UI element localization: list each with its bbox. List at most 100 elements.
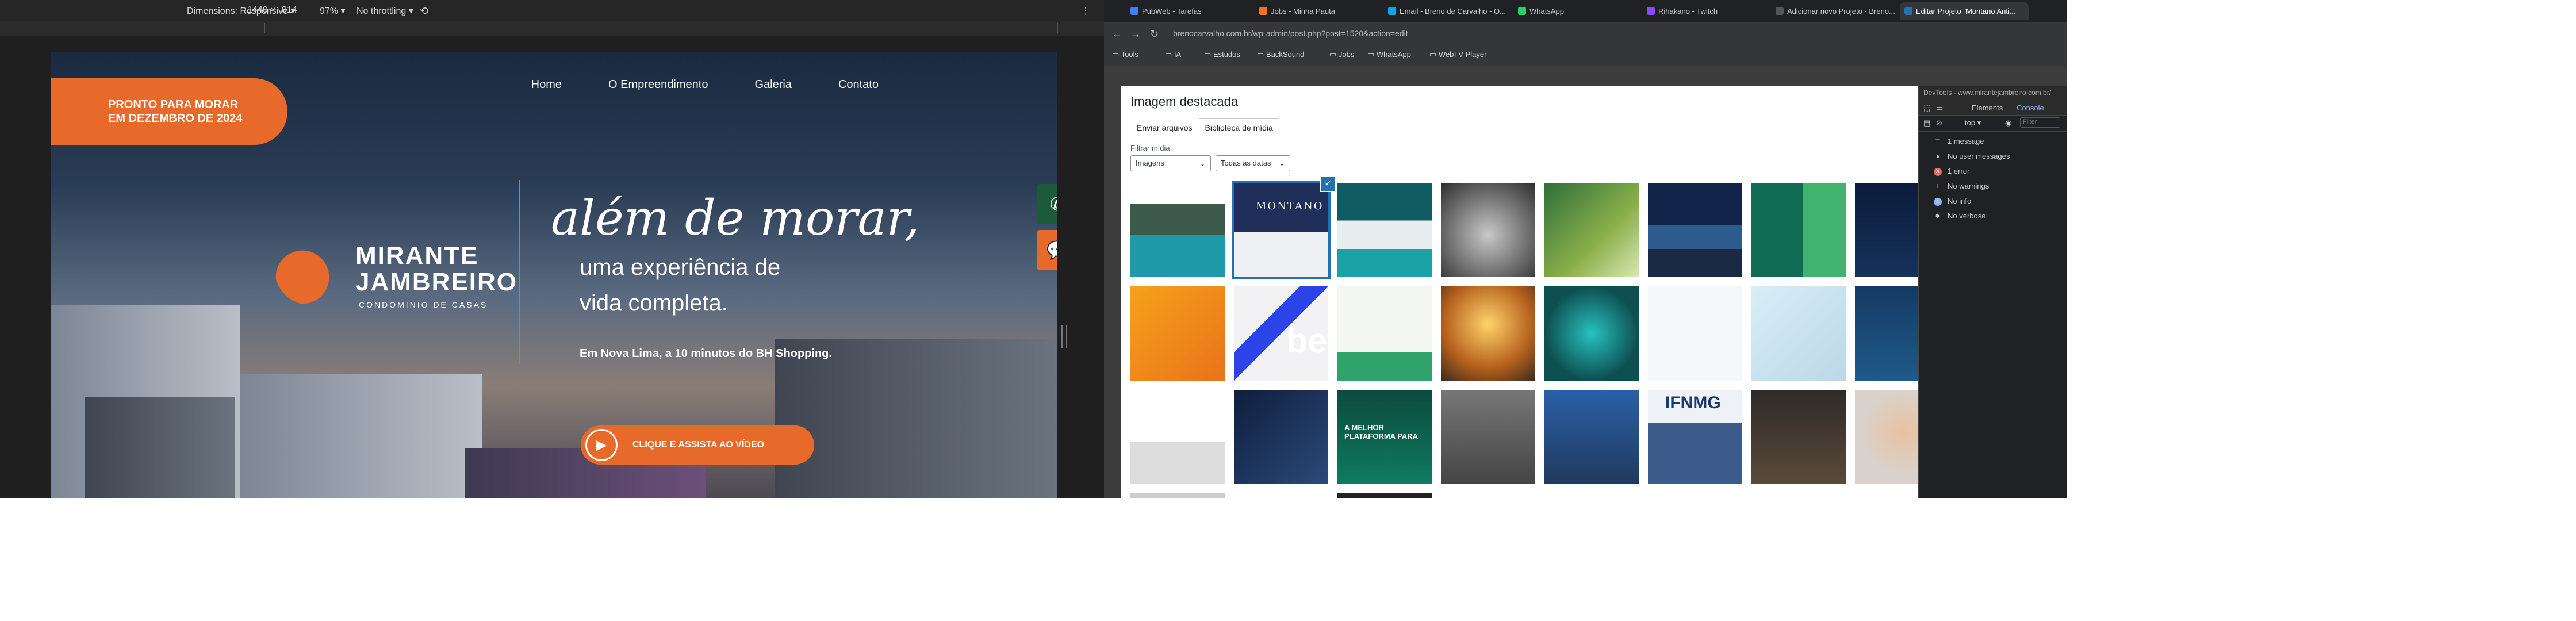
headline-line: vida completa. bbox=[580, 290, 728, 316]
sidebar-toggle-icon[interactable]: ▤ bbox=[1923, 118, 1930, 128]
width-input[interactable]: 1440 bbox=[247, 5, 268, 16]
media-date-select[interactable]: Todas as datas ⌄ bbox=[1216, 155, 1290, 171]
media-thumbnail[interactable] bbox=[1544, 390, 1639, 484]
website-hero: PRONTO PARA MORAR EM DEZEMBRO DE 2024 Hom… bbox=[51, 52, 1057, 498]
zoom-select[interactable]: 97% ▾ bbox=[320, 5, 346, 17]
tab-label: Rihakano - Twitch bbox=[1658, 6, 1718, 16]
media-thumbnail[interactable] bbox=[1337, 183, 1432, 277]
tab-elements[interactable]: Elements bbox=[1972, 103, 2003, 112]
more-options-icon[interactable]: ⋮ bbox=[1081, 5, 1090, 17]
media-thumbnail[interactable] bbox=[1130, 286, 1225, 381]
bug-icon: ✱ bbox=[1935, 213, 1941, 220]
throttling-select[interactable]: No throttling ▾ bbox=[356, 5, 413, 17]
tab-label: PubWeb - Tarefas bbox=[1142, 6, 1202, 16]
browser-tab[interactable]: Email - Breno de Carvalho - O... bbox=[1383, 2, 1512, 20]
bookmarks-bar: ▭ Tools ▭ IA ▭ Estudos ▭ BackSound ▭ Jobs ▭ W… bbox=[1104, 45, 2067, 66]
console-filter-item[interactable]: No warnings bbox=[1948, 182, 1989, 190]
media-thumbnail[interactable] bbox=[1544, 286, 1639, 381]
media-thumbnail-selected[interactable]: MONTANO bbox=[1232, 181, 1331, 279]
chat-icon[interactable]: 💬 bbox=[1037, 230, 1057, 270]
context-select[interactable]: top ▾ bbox=[1965, 118, 1981, 128]
media-thumbnail[interactable] bbox=[1337, 286, 1432, 381]
media-thumbnail[interactable] bbox=[1234, 390, 1328, 484]
console-filter-item[interactable]: 1 error bbox=[1948, 167, 1969, 175]
url-field[interactable]: brenocarvalho.com.br/wp-admin/post.php?p… bbox=[1173, 29, 1408, 38]
logo-subtitle: CONDOMÍNIO DE CASAS bbox=[359, 300, 488, 309]
rotate-icon[interactable]: ⟲ bbox=[420, 5, 428, 17]
nav-contato[interactable]: Contato bbox=[814, 78, 902, 91]
bookmark-item[interactable]: ▭ Tools bbox=[1112, 50, 1138, 59]
clear-console-icon[interactable]: ⊘ bbox=[1936, 118, 1942, 128]
devtools-panel: DevTools - www.mirantejambreiro.com.br/ … bbox=[1918, 86, 2067, 498]
media-thumbnail[interactable] bbox=[1130, 390, 1225, 484]
forward-icon[interactable]: → bbox=[1130, 28, 1141, 40]
tab-library[interactable]: Biblioteca de mídia bbox=[1198, 118, 1279, 137]
bookmark-item[interactable]: ▭ BackSound bbox=[1257, 50, 1304, 59]
console-filter-item[interactable]: No verbose bbox=[1948, 212, 1985, 220]
media-thumbnail[interactable]: IFNMG bbox=[1648, 390, 1742, 484]
error-icon: ✕ bbox=[1934, 168, 1942, 176]
reload-icon[interactable]: ↻ bbox=[1150, 28, 1159, 40]
cta-label: CLIQUE E ASSISTA AO VÍDEO bbox=[632, 440, 765, 450]
browser-tab[interactable]: WhatsApp bbox=[1513, 2, 1642, 20]
dimensions-select[interactable]: Dimensions: Responsive ▾ bbox=[187, 5, 296, 17]
media-thumbnail[interactable] bbox=[1751, 183, 1846, 277]
console-filter-input[interactable]: Filter bbox=[2020, 117, 2060, 128]
tab-console[interactable]: Console bbox=[2017, 103, 2044, 112]
watch-video-button[interactable]: ▶ CLIQUE E ASSISTA AO VÍDEO bbox=[581, 425, 814, 465]
inspect-icon[interactable]: ⬚ bbox=[1923, 103, 1930, 113]
folder-icon: ▭ bbox=[1329, 50, 1339, 59]
media-thumbnail[interactable] bbox=[1441, 286, 1535, 381]
browser-tab[interactable]: Editar Projeto "Montano Anti... bbox=[1900, 2, 2029, 20]
times-sign: × bbox=[270, 5, 276, 15]
modal-title: Imagem destacada bbox=[1130, 94, 1239, 109]
browser-tab[interactable]: Jobs - Minha Pauta bbox=[1255, 2, 1383, 20]
nav-home[interactable]: Home bbox=[508, 78, 585, 91]
house-image bbox=[240, 374, 482, 498]
bookmark-item[interactable]: ▭ Jobs bbox=[1329, 50, 1354, 59]
tab-label: Editar Projeto "Montano Anti... bbox=[1916, 6, 2016, 16]
resize-handle[interactable] bbox=[1061, 325, 1067, 348]
bookmark-item[interactable]: ▭ WhatsApp bbox=[1367, 50, 1411, 59]
ruler-segment bbox=[51, 23, 1058, 33]
media-thumbnail[interactable] bbox=[1544, 183, 1639, 277]
devtools-title: DevTools - www.mirantejambreiro.com.br/ bbox=[1919, 86, 2067, 100]
address-bar: ← → ↻ brenocarvalho.com.br/wp-admin/post… bbox=[1104, 22, 2067, 45]
device-icon[interactable]: ▭ bbox=[1936, 103, 1943, 113]
bookmark-item[interactable]: ▭ WebTV Player bbox=[1429, 50, 1486, 59]
height-input[interactable]: 814 bbox=[282, 5, 297, 16]
media-thumbnail[interactable] bbox=[1751, 286, 1846, 381]
media-thumbnail[interactable]: be bbox=[1234, 286, 1328, 381]
bookmark-item[interactable]: ▭ Estudos bbox=[1204, 50, 1240, 59]
media-type-select[interactable]: Imagens ⌄ bbox=[1130, 155, 1211, 171]
media-thumbnail[interactable] bbox=[1130, 183, 1225, 277]
selected-check-icon[interactable]: ✓ bbox=[1320, 176, 1336, 192]
browser-window: PubWeb - Tarefas Jobs - Minha Pauta Email … bbox=[1104, 0, 2067, 498]
warning-icon: ! bbox=[1937, 183, 1939, 190]
user-icon: ● bbox=[1935, 154, 1940, 160]
tab-label: WhatsApp bbox=[1529, 6, 1564, 16]
console-filter-item[interactable]: 1 message bbox=[1948, 137, 1984, 145]
tab-upload[interactable]: Enviar arquivos bbox=[1130, 118, 1199, 137]
browser-tab[interactable]: Rihakano - Twitch bbox=[1642, 2, 1771, 20]
thumb-text: A MELHOR PLATAFORMA PARA bbox=[1344, 423, 1419, 440]
thumb-text: IFNMG bbox=[1665, 393, 1721, 412]
media-thumbnail[interactable] bbox=[1441, 183, 1535, 277]
console-filter-item[interactable]: No info bbox=[1948, 197, 1971, 205]
console-filter-item[interactable]: No user messages bbox=[1948, 152, 2010, 160]
media-thumbnail[interactable] bbox=[1648, 183, 1742, 277]
media-thumbnail[interactable] bbox=[1648, 286, 1742, 381]
eye-icon[interactable]: ◉ bbox=[2005, 118, 2011, 128]
media-thumbnail[interactable]: A MELHOR PLATAFORMA PARA bbox=[1337, 390, 1432, 484]
media-thumbnail[interactable] bbox=[1130, 493, 1225, 498]
bookmark-item[interactable]: ▭ IA bbox=[1165, 50, 1181, 59]
media-thumbnail[interactable] bbox=[1441, 390, 1535, 484]
back-icon[interactable]: ← bbox=[1112, 28, 1122, 40]
browser-tab[interactable]: PubWeb - Tarefas bbox=[1126, 2, 1255, 20]
media-thumbnail[interactable] bbox=[1337, 493, 1432, 498]
browser-tab[interactable]: Adicionar novo Projeto - Breno... bbox=[1771, 2, 1900, 20]
whatsapp-icon[interactable]: ✆ bbox=[1037, 184, 1057, 224]
nav-empreendimento[interactable]: O Empreendimento bbox=[585, 78, 731, 91]
nav-galeria[interactable]: Galeria bbox=[731, 78, 814, 91]
media-thumbnail[interactable] bbox=[1751, 390, 1846, 484]
